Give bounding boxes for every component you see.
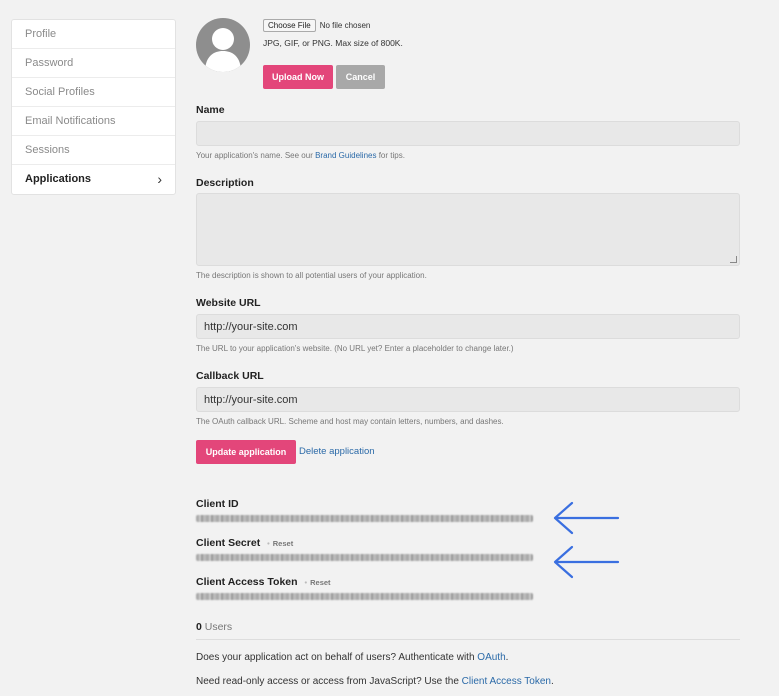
delete-application-link[interactable]: Delete application: [299, 446, 375, 457]
name-hint-suffix: for tips.: [376, 151, 405, 160]
name-label: Name: [196, 104, 225, 116]
oauth-paragraph-end: .: [505, 652, 509, 663]
client-access-token-value-redacted: [196, 593, 533, 600]
name-hint: Your application's name. See our Brand G…: [196, 151, 405, 160]
file-hint: JPG, GIF, or PNG. Max size of 800K.: [263, 38, 403, 48]
sidebar-item-label: Password: [25, 57, 74, 69]
callback-url-hint: The OAuth callback URL. Scheme and host …: [196, 417, 504, 426]
cancel-button[interactable]: Cancel: [336, 65, 385, 89]
divider: [196, 639, 740, 640]
avatar: [196, 18, 250, 72]
separator-dot: •: [267, 539, 270, 548]
website-url-hint: The URL to your application's website. (…: [196, 344, 514, 353]
choose-file-button[interactable]: Choose File: [263, 19, 316, 32]
file-status: No file chosen: [319, 21, 371, 30]
oauth-paragraph: Does your application act on behalf of u…: [196, 652, 508, 663]
token-paragraph-end: .: [550, 676, 554, 687]
name-hint-text: Your application's name. See our: [196, 151, 316, 160]
sidebar-item-password[interactable]: Password: [12, 49, 175, 78]
file-picker: Choose File No file chosen: [263, 19, 370, 32]
arrow-left-icon: [553, 545, 620, 579]
users-count-label: Users: [201, 621, 233, 633]
reset-label: Reset: [310, 578, 331, 587]
oauth-paragraph-text: Does your application act on behalf of u…: [196, 652, 478, 663]
reset-label: Reset: [272, 539, 294, 548]
sidebar-item-label: Sessions: [25, 144, 70, 156]
client-id-label: Client ID: [196, 498, 239, 510]
update-application-button[interactable]: Update application: [196, 440, 296, 464]
name-input[interactable]: [196, 121, 740, 146]
sidebar-item-sessions[interactable]: Sessions: [12, 136, 175, 165]
sidebar-item-label: Applications: [25, 173, 92, 185]
oauth-link[interactable]: OAuth: [477, 652, 505, 663]
upload-now-button[interactable]: Upload Now: [263, 65, 333, 89]
client-access-token-reset[interactable]: • Reset: [304, 578, 330, 587]
separator-dot: •: [304, 578, 308, 587]
client-secret-reset[interactable]: • Reset: [267, 539, 293, 548]
callback-url-input[interactable]: [196, 387, 740, 412]
resize-handle-icon[interactable]: [730, 256, 737, 263]
users-count: 0 Users: [196, 621, 232, 633]
user-silhouette-icon: [205, 28, 241, 72]
sidebar-item-profile[interactable]: Profile: [12, 20, 175, 49]
callback-url-label: Callback URL: [196, 370, 264, 382]
sidebar-item-applications[interactable]: Applications ›: [12, 165, 175, 194]
sidebar-item-social-profiles[interactable]: Social Profiles: [12, 78, 175, 107]
client-access-token-label: Client Access Token • Reset: [196, 576, 331, 588]
client-secret-label-text: Client Secret: [196, 537, 261, 549]
sidebar-item-label: Email Notifications: [25, 115, 116, 127]
description-textarea[interactable]: [196, 193, 740, 266]
token-paragraph-text: Need read-only access or access from Jav…: [196, 676, 462, 687]
sidebar-item-label: Profile: [25, 28, 57, 40]
arrow-left-icon: [553, 501, 620, 535]
client-access-token-link[interactable]: Client Access Token: [462, 676, 551, 687]
description-label: Description: [196, 177, 254, 189]
settings-sidebar: Profile Password Social Profiles Email N…: [11, 19, 176, 195]
description-hint: The description is shown to all potentia…: [196, 271, 427, 280]
client-id-value-redacted: [196, 515, 533, 522]
website-url-input[interactable]: [196, 314, 740, 339]
client-secret-label: Client Secret • Reset: [196, 537, 293, 549]
sidebar-item-email-notifications[interactable]: Email Notifications: [12, 107, 175, 136]
brand-guidelines-link[interactable]: Brand Guidelines: [315, 151, 376, 160]
website-url-label: Website URL: [196, 297, 261, 309]
client-secret-value-redacted: [196, 554, 533, 561]
chevron-right-icon: ›: [157, 171, 162, 187]
token-paragraph: Need read-only access or access from Jav…: [196, 676, 554, 687]
client-access-token-label-text: Client Access Token: [196, 576, 298, 588]
sidebar-item-label: Social Profiles: [25, 86, 95, 98]
